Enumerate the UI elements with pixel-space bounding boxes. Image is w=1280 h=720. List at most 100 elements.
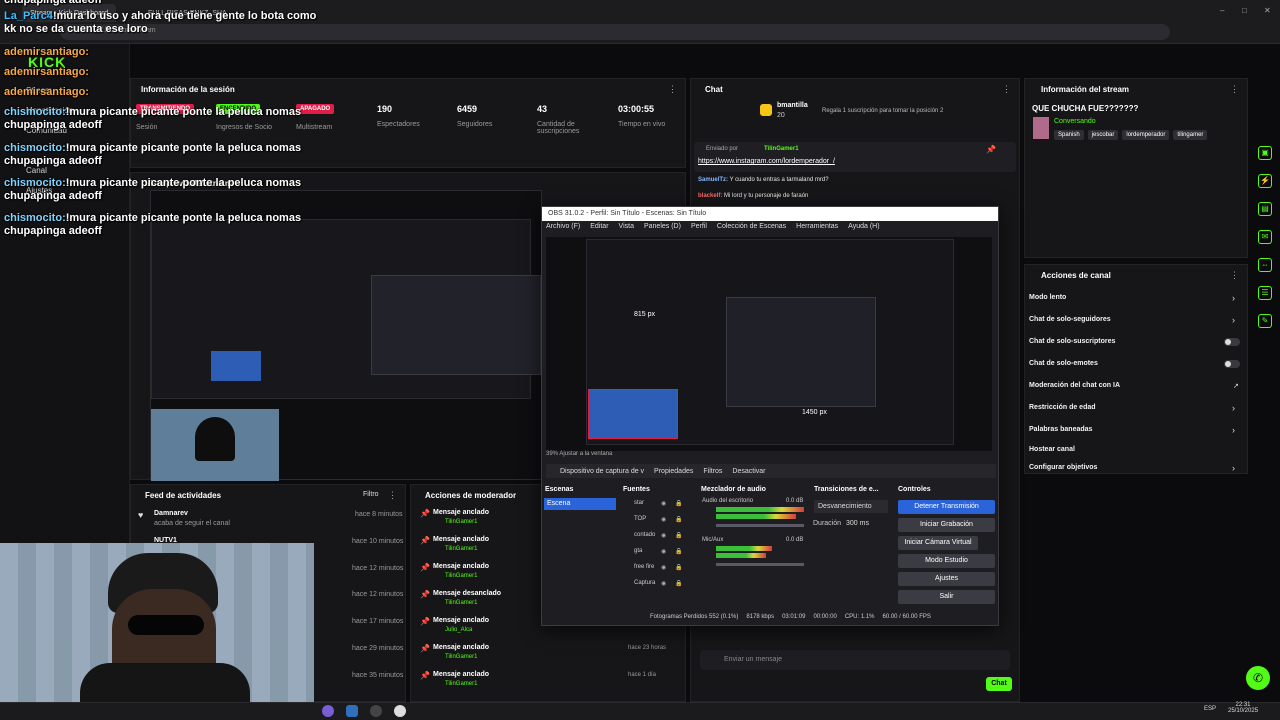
pinned-link[interactable]: https://www.instagram.com/lordemperador_… bbox=[698, 158, 835, 165]
channel-action-item[interactable]: Chat de solo-suscriptores bbox=[1029, 338, 1115, 345]
lock-icon[interactable]: 🔒 bbox=[675, 580, 682, 587]
mod-by[interactable]: TilinGamer1 bbox=[445, 519, 477, 525]
obs-menu-item[interactable]: Perfil bbox=[691, 223, 707, 231]
pin-icon[interactable]: 📌 bbox=[986, 145, 996, 154]
category-name[interactable]: Conversando bbox=[1054, 118, 1096, 125]
app-icon[interactable] bbox=[346, 705, 358, 717]
obs-menu-item[interactable]: Herramientas bbox=[796, 223, 838, 231]
chat-bubble-icon[interactable]: ✆ bbox=[1246, 666, 1270, 690]
channel-action-item[interactable]: Palabras baneadas bbox=[1029, 426, 1092, 433]
lock-icon[interactable]: 🔒 bbox=[675, 500, 682, 507]
exit-button[interactable]: Salir bbox=[898, 590, 995, 604]
lock-icon[interactable]: 🔒 bbox=[675, 516, 682, 523]
rail-icon[interactable]: ✎ bbox=[1258, 314, 1272, 328]
volume-slider[interactable] bbox=[716, 524, 804, 527]
volume-slider[interactable] bbox=[716, 563, 804, 566]
app-icon[interactable] bbox=[394, 705, 406, 717]
tag[interactable]: jescobar bbox=[1087, 130, 1119, 140]
eye-icon[interactable]: ◉ bbox=[661, 564, 666, 571]
obs-menu-item[interactable]: Colección de Escenas bbox=[717, 223, 786, 231]
eye-icon[interactable]: ◉ bbox=[661, 516, 666, 523]
rail-icon[interactable]: ☰ bbox=[1258, 286, 1272, 300]
obs-source-item[interactable]: star bbox=[634, 500, 644, 506]
chat-input[interactable]: Enviar un mensaje bbox=[700, 650, 1010, 670]
mod-by[interactable]: TilinGamer1 bbox=[445, 546, 477, 552]
minimize-icon[interactable]: – bbox=[1220, 6, 1230, 15]
lock-icon[interactable]: 🔒 bbox=[675, 532, 682, 539]
lock-icon[interactable]: 🔒 bbox=[675, 564, 682, 571]
chevron-right-icon[interactable]: › bbox=[1232, 425, 1235, 435]
obs-source-item[interactable]: Captura bbox=[634, 580, 655, 586]
stop-stream-button[interactable]: Detener Transmisión bbox=[898, 500, 995, 514]
obs-source-item[interactable]: contado bbox=[634, 532, 655, 538]
obs-source-item[interactable]: TOP bbox=[634, 516, 646, 522]
start-recording-button[interactable]: Iniciar Grabación bbox=[898, 518, 995, 532]
toggle-switch[interactable] bbox=[1224, 360, 1240, 368]
kebab-icon[interactable]: ⋮ bbox=[1230, 84, 1239, 95]
obs-disable-button[interactable]: Desactivar bbox=[732, 468, 765, 475]
kebab-icon[interactable]: ⋮ bbox=[388, 490, 397, 501]
channel-action-item[interactable]: Chat de solo-seguidores bbox=[1029, 316, 1111, 323]
channel-action-item[interactable]: Configurar objetivos bbox=[1029, 464, 1097, 471]
obs-source-item[interactable]: free fire bbox=[634, 564, 654, 570]
chevron-right-icon[interactable]: › bbox=[1232, 403, 1235, 413]
channel-action-item[interactable]: Moderación del chat con IA bbox=[1029, 382, 1120, 389]
duration-input[interactable]: 300 ms bbox=[846, 520, 869, 527]
eye-icon[interactable]: ◉ bbox=[661, 548, 666, 555]
kebab-icon[interactable]: ⋮ bbox=[668, 84, 677, 95]
transition-select[interactable]: Desvanecimiento bbox=[814, 500, 888, 513]
close-icon[interactable]: ✕ bbox=[1264, 6, 1274, 15]
lock-icon[interactable]: 🔒 bbox=[675, 548, 682, 555]
channel-action-item[interactable]: Chat de solo-emotes bbox=[1029, 360, 1098, 367]
app-icon[interactable] bbox=[370, 705, 382, 717]
eye-icon[interactable]: ◉ bbox=[661, 580, 666, 587]
mod-by[interactable]: Julio_Alca bbox=[445, 627, 472, 633]
kebab-icon[interactable]: ⋮ bbox=[1002, 84, 1011, 95]
obs-menu-item[interactable]: Ayuda (H) bbox=[848, 223, 879, 231]
obs-scene-item[interactable]: Escena bbox=[544, 498, 616, 510]
external-link-icon[interactable]: ↗ bbox=[1233, 382, 1239, 390]
channel-action-item[interactable]: Modo lento bbox=[1029, 294, 1066, 301]
chevron-right-icon[interactable]: › bbox=[1232, 315, 1235, 325]
mod-by[interactable]: TilinGamer1 bbox=[445, 681, 477, 687]
clock[interactable]: 22:31 25/10/2025 bbox=[1228, 702, 1258, 714]
mod-by[interactable]: TilinGamer1 bbox=[445, 573, 477, 579]
rail-icon[interactable]: ▤ bbox=[1258, 202, 1272, 216]
rail-icon[interactable]: ✉ bbox=[1258, 230, 1272, 244]
tag[interactable]: Spanish bbox=[1054, 130, 1084, 140]
obs-fit[interactable]: Ajustar a la ventana bbox=[559, 451, 612, 457]
rail-icon[interactable]: ⚡ bbox=[1258, 174, 1272, 188]
tag[interactable]: lordemperador bbox=[1122, 130, 1170, 140]
kebab-icon[interactable]: ⋮ bbox=[1230, 270, 1239, 281]
obs-filters-button[interactable]: Filtros bbox=[703, 468, 722, 475]
obs-preview[interactable]: 815 px 1450 px bbox=[546, 237, 992, 451]
eye-icon[interactable]: ◉ bbox=[661, 500, 666, 507]
obs-menu-item[interactable]: Paneles (D) bbox=[644, 223, 681, 231]
filter-button[interactable]: Filtro bbox=[363, 491, 379, 498]
obs-menu-item[interactable]: Editar bbox=[590, 223, 608, 231]
chat-user[interactable]: blackelf: bbox=[698, 193, 722, 199]
obs-webcam-source[interactable] bbox=[588, 389, 678, 439]
rail-icon[interactable]: ⇔ bbox=[1258, 258, 1272, 272]
tag[interactable]: tilingamer bbox=[1173, 130, 1208, 140]
rail-icon[interactable]: ▣ bbox=[1258, 146, 1272, 160]
settings-button[interactable]: Ajustes bbox=[898, 572, 995, 586]
app-icon[interactable] bbox=[322, 705, 334, 717]
start-virtual-camera-button[interactable]: Iniciar Cámara Virtual bbox=[898, 536, 978, 550]
channel-action-item[interactable]: Hostear canal bbox=[1029, 446, 1075, 453]
send-chat-button[interactable]: Chat bbox=[986, 677, 1012, 691]
obs-properties-button[interactable]: Propiedades bbox=[654, 468, 693, 475]
mod-by[interactable]: TilinGamer1 bbox=[445, 654, 477, 660]
eye-icon[interactable]: ◉ bbox=[661, 532, 666, 539]
toggle-switch[interactable] bbox=[1224, 338, 1240, 346]
obs-source-item[interactable]: gta bbox=[634, 548, 642, 554]
maximize-icon[interactable]: □ bbox=[1242, 6, 1252, 15]
mod-by[interactable]: TilinGamer1 bbox=[445, 600, 477, 606]
chevron-right-icon[interactable]: › bbox=[1232, 463, 1235, 473]
obs-menu-item[interactable]: Vista bbox=[619, 223, 634, 231]
obs-menu-item[interactable]: Archivo (F) bbox=[546, 223, 580, 231]
studio-mode-button[interactable]: Modo Estudio bbox=[898, 554, 995, 568]
channel-action-item[interactable]: Restricción de edad bbox=[1029, 404, 1096, 411]
chat-user[interactable]: SamuelTz: bbox=[698, 177, 728, 183]
keyboard-language[interactable]: ESP bbox=[1204, 706, 1216, 712]
